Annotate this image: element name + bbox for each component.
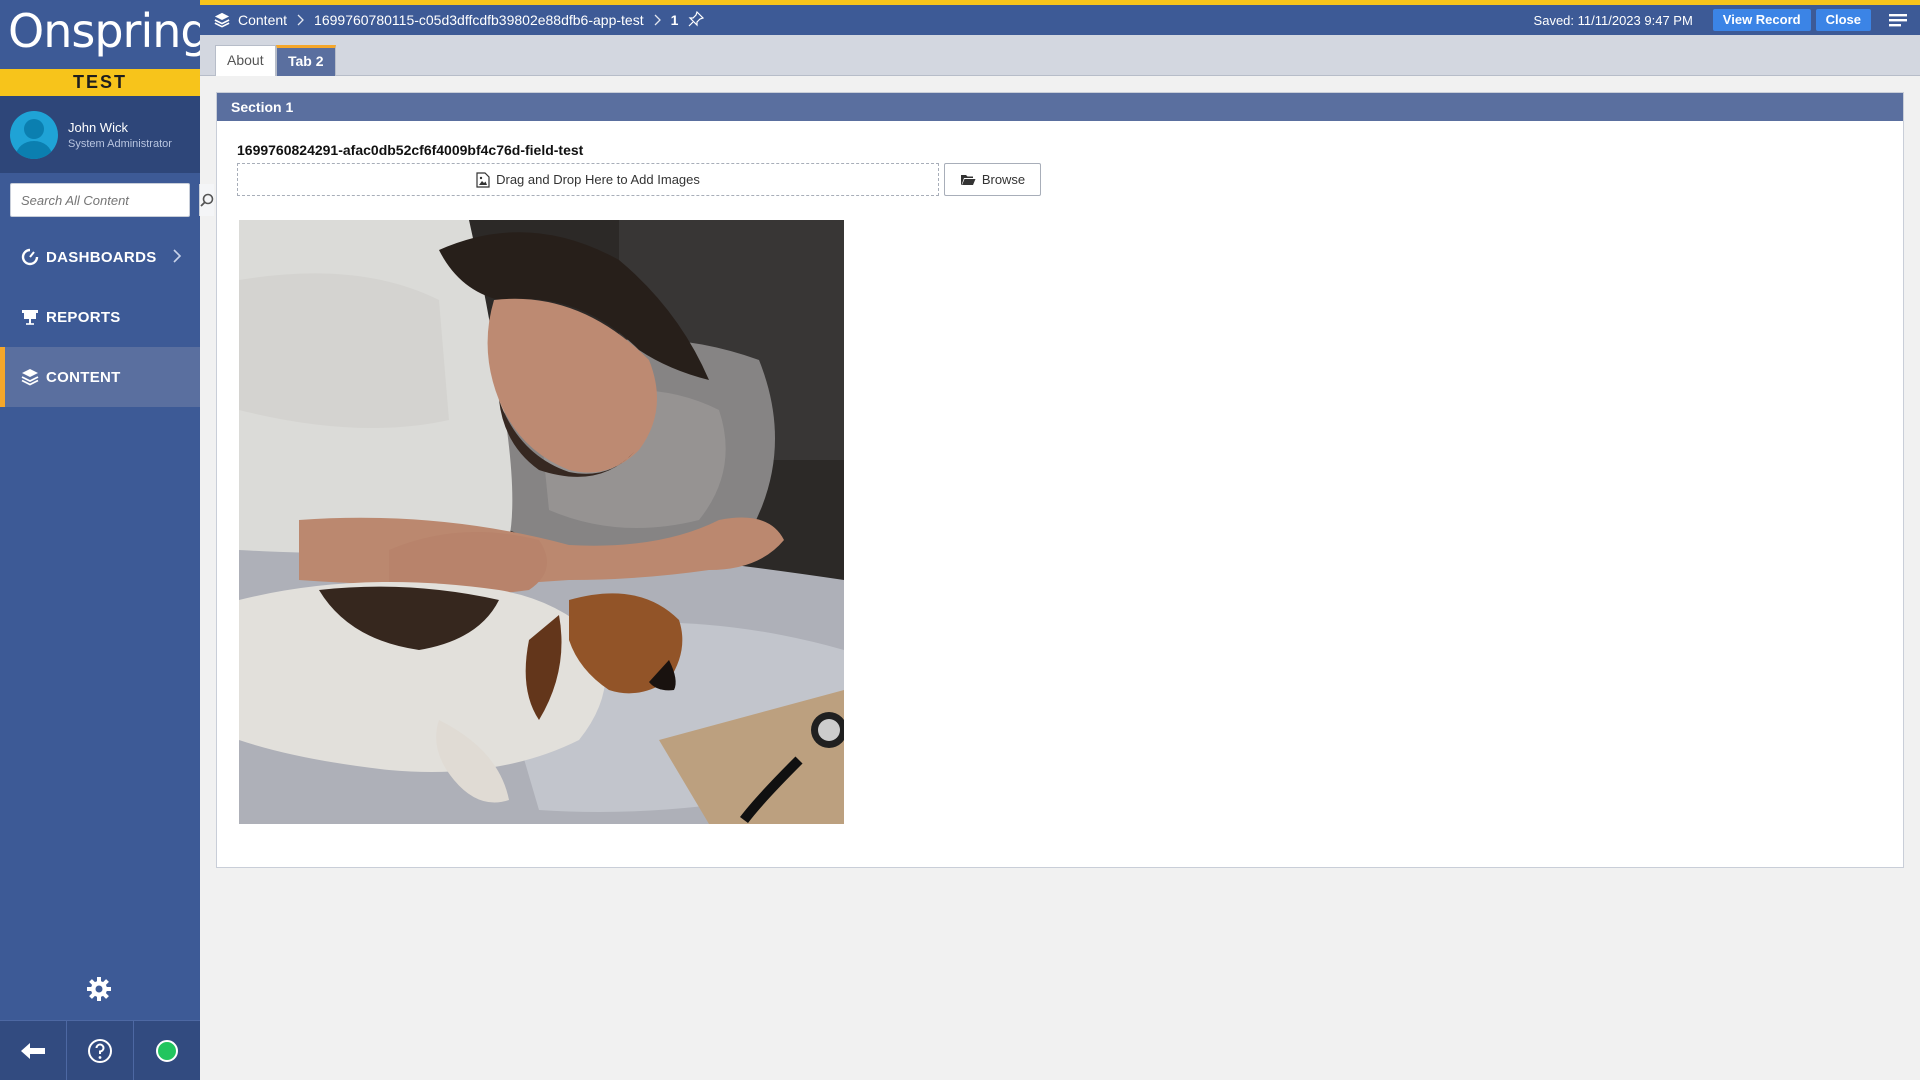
section-panel: Section 1 1699760824291-afac0db52cf6f400…: [216, 92, 1904, 868]
sidebar-footer: [0, 1020, 200, 1080]
breadcrumb-record: 1: [670, 12, 679, 28]
uploaded-image[interactable]: [239, 220, 844, 824]
tab-about[interactable]: About: [215, 45, 276, 76]
dropzone-text: Drag and Drop Here to Add Images: [496, 172, 700, 187]
menu-button[interactable]: [1876, 5, 1920, 35]
user-profile[interactable]: John Wick System Administrator: [0, 96, 200, 173]
nav-item-reports[interactable]: REPORTS: [0, 287, 200, 347]
tab-tab-2[interactable]: Tab 2: [276, 45, 336, 76]
pin-icon: [688, 10, 705, 26]
reports-icon: [22, 310, 38, 325]
settings-button[interactable]: [86, 976, 112, 1007]
browse-button[interactable]: Browse: [944, 163, 1041, 196]
browse-label: Browse: [981, 172, 1026, 187]
help-icon: [88, 1038, 112, 1063]
status-indicator-icon: [156, 1039, 178, 1062]
nav-item-dashboards[interactable]: DASHBOARDS: [0, 227, 200, 287]
nav-item-label: CONTENT: [46, 368, 121, 386]
back-button[interactable]: [0, 1021, 67, 1080]
layers-icon: [214, 12, 230, 28]
photo-man-sleeping-with-dog: [239, 220, 844, 824]
chevron-right-icon: [654, 14, 661, 26]
folder-open-icon: [960, 175, 976, 185]
breadcrumb: Content 1699760780115-c05d3dffcdfb39802e…: [200, 10, 705, 30]
field-label: 1699760824291-afac0db52cf6f4009bf4c76d-f…: [237, 142, 584, 158]
chevron-right-icon: [173, 249, 182, 263]
status-button[interactable]: [134, 1021, 200, 1080]
arrow-left-icon: [21, 1042, 45, 1059]
pin-button[interactable]: [688, 10, 705, 30]
main-nav: DASHBOARDS REPORTS CONTENT: [0, 227, 200, 407]
environment-badge: TEST: [0, 69, 200, 96]
avatar: [10, 110, 58, 159]
breadcrumb-app[interactable]: 1699760780115-c05d3dffcdfb39802e88dfb6-a…: [314, 12, 644, 28]
user-name: John Wick: [68, 119, 128, 135]
logo[interactable]: Onspring: [0, 0, 210, 69]
image-file-icon: [476, 171, 490, 188]
nav-item-content[interactable]: CONTENT: [0, 347, 200, 407]
search-icon: [200, 193, 214, 207]
image-dropzone[interactable]: Drag and Drop Here to Add Images: [237, 163, 939, 196]
logo-text: Onspring: [8, 4, 210, 58]
dashboard-icon: [21, 248, 39, 266]
top-bar: Content 1699760780115-c05d3dffcdfb39802e…: [200, 0, 1920, 35]
section-title: Section 1: [217, 93, 1903, 121]
sidebar: Onspring TEST John Wick System Administr…: [0, 0, 214, 1080]
nav-item-label: DASHBOARDS: [46, 248, 157, 266]
view-record-button[interactable]: View Record: [1712, 9, 1811, 31]
saved-status: Saved: 11/11/2023 9:47 PM: [1533, 12, 1693, 28]
close-button[interactable]: Close: [1815, 9, 1871, 31]
search-box: [10, 183, 214, 217]
search-button[interactable]: [199, 184, 214, 216]
menu-icon: [1889, 14, 1907, 27]
chevron-right-icon: [297, 14, 304, 26]
breadcrumb-content[interactable]: Content: [238, 12, 287, 28]
gear-icon: [87, 977, 111, 1001]
layers-icon: [21, 369, 39, 386]
search-input[interactable]: [11, 184, 199, 216]
nav-item-label: REPORTS: [46, 308, 121, 326]
user-role: System Administrator: [68, 137, 172, 150]
tab-bar: About Tab 2: [200, 35, 1920, 76]
help-button[interactable]: [67, 1021, 134, 1080]
